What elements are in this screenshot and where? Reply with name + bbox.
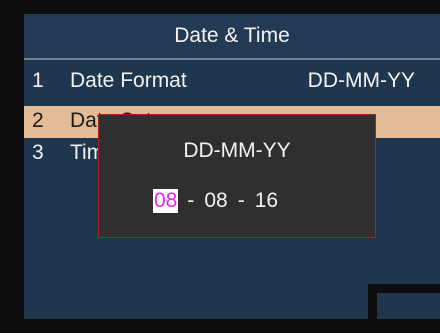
menu-item-value: DD-MM-YY [307,69,415,92]
corner-decoration [368,284,440,319]
day-field[interactable]: 08 [153,189,179,213]
year-field[interactable]: 16 [254,189,279,213]
menu-item-date-format[interactable]: 1 Date Format DD-MM-YY [24,66,440,98]
date-format-label: DD-MM-YY [183,139,291,162]
date-separator: - [237,189,245,212]
month-field[interactable]: 08 [203,189,228,213]
menu-item-number: 1 [32,69,44,92]
menu-item-number: 3 [32,141,44,164]
date-separator: - [187,189,195,212]
page-title: Date & Time [24,14,440,60]
menu-item-label: Date Format [70,69,187,92]
menu-item-number: 2 [32,109,44,132]
date-set-dialog: DD-MM-YY 08 - 08 - 16 [98,114,376,238]
date-input: 08 - 08 - 16 [153,188,279,214]
